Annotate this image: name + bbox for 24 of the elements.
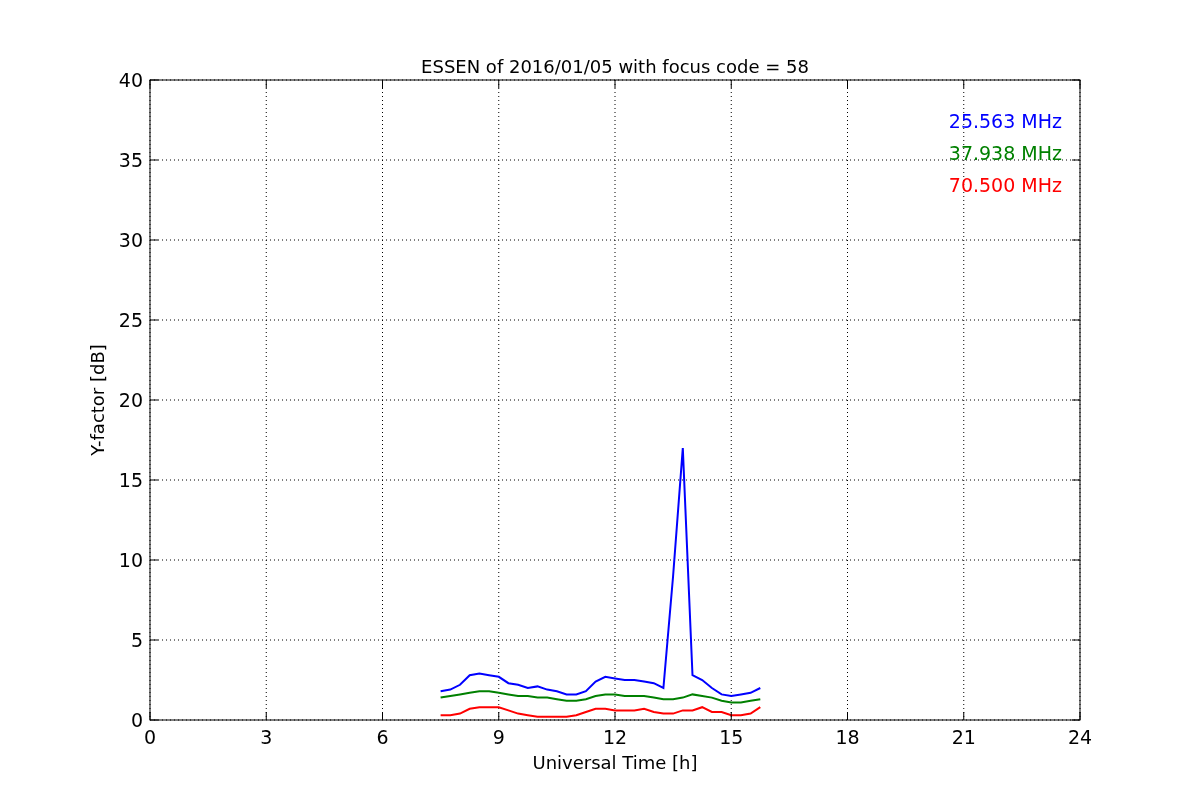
tick-label: 35 xyxy=(118,149,143,171)
chart-title: ESSEN of 2016/01/05 with focus code = 58 xyxy=(421,56,809,77)
tick-label: 3 xyxy=(260,726,273,748)
tick-label: 0 xyxy=(130,709,143,731)
legend-label: 37.938 MHz xyxy=(948,142,1062,164)
tick-label: 24 xyxy=(1067,726,1093,748)
tick-label: 6 xyxy=(376,726,389,748)
axis-label: Y-factor [dB] xyxy=(87,344,108,456)
tick-label: 5 xyxy=(130,629,143,651)
tick-label: 40 xyxy=(118,69,143,91)
tick-label: 10 xyxy=(118,549,143,571)
tick-label: 15 xyxy=(719,726,744,748)
tick-label: 15 xyxy=(118,469,143,491)
tick-label: 12 xyxy=(602,726,628,748)
tick-label: 30 xyxy=(118,229,143,251)
legend-label: 25.563 MHz xyxy=(948,110,1062,132)
tick-label: 21 xyxy=(951,726,976,748)
legend-label: 70.500 MHz xyxy=(948,174,1062,196)
tick-label: 25 xyxy=(118,309,143,331)
axis-label: Universal Time [h] xyxy=(532,752,698,773)
tick-label: 18 xyxy=(835,726,860,748)
tick-label: 20 xyxy=(118,389,143,411)
tick-label: 0 xyxy=(143,726,157,748)
tick-label: 9 xyxy=(492,726,505,748)
